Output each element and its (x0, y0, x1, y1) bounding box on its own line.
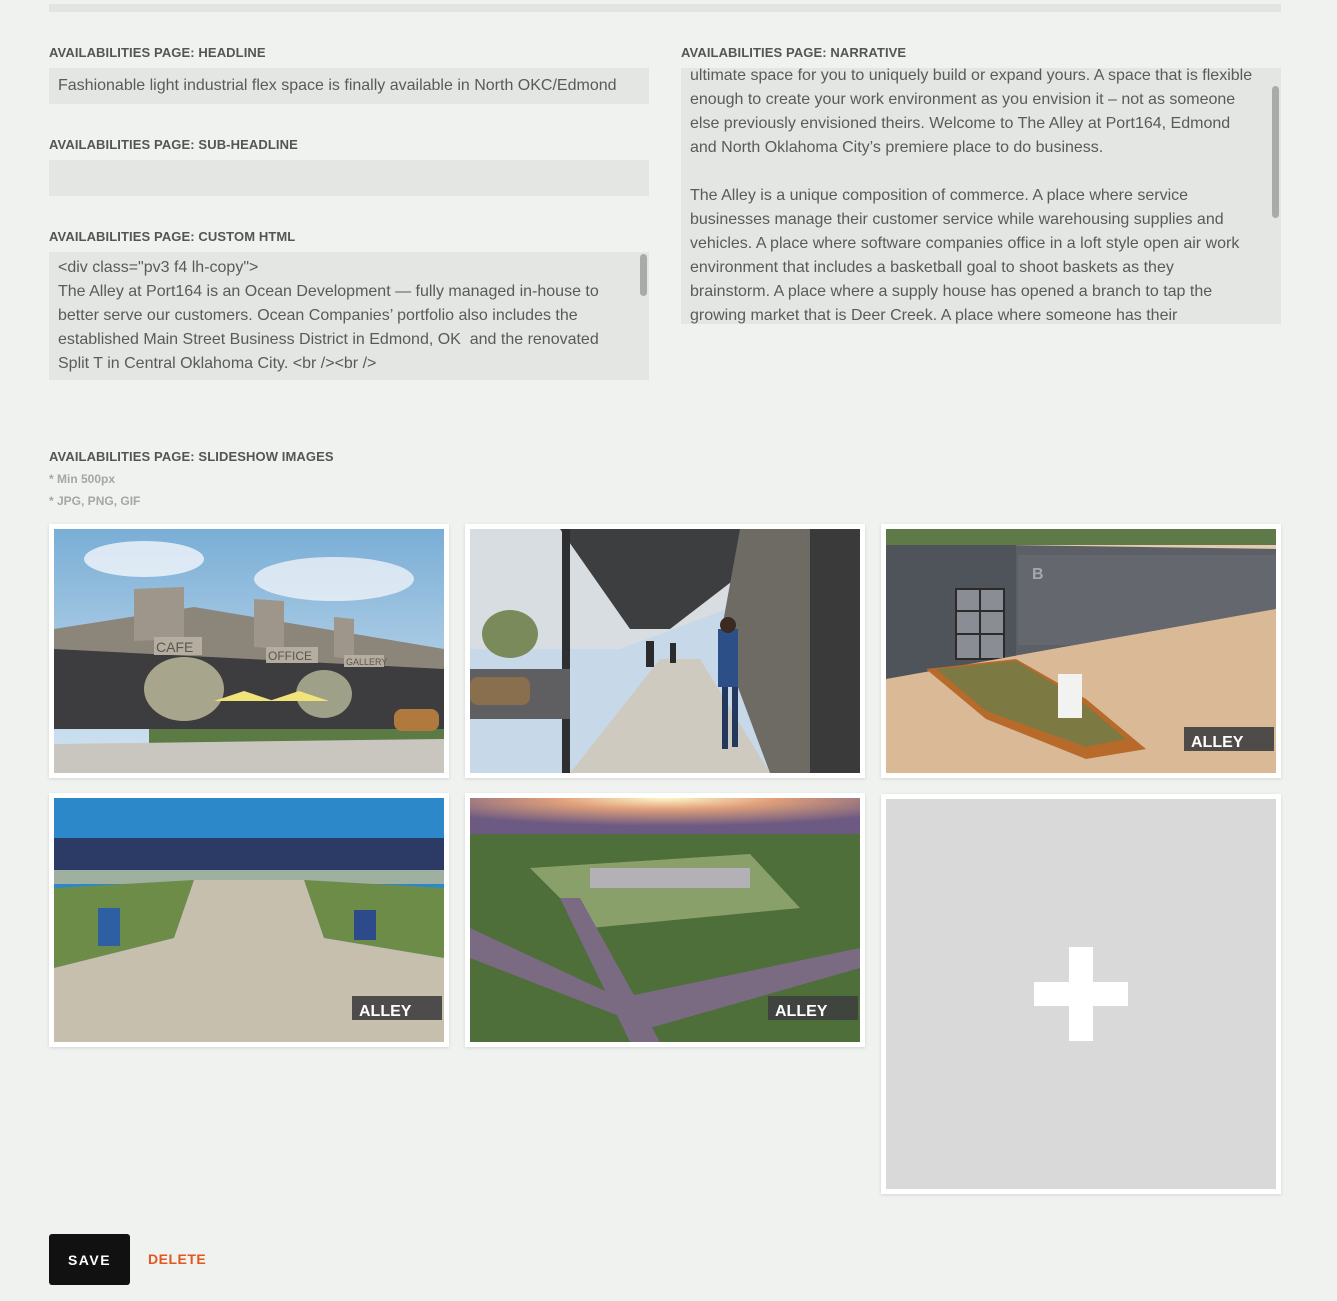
walkway-image (470, 529, 860, 773)
entrance-road-image: ALLEY (54, 798, 444, 1042)
svg-text:ALLEY: ALLEY (359, 1003, 412, 1020)
svg-text:ALLEY: ALLEY (775, 1003, 828, 1020)
slideshow-image-4[interactable]: ALLEY (49, 793, 449, 1047)
cafe-storefront-image: CAFE OFFICE GALLERY (54, 529, 444, 773)
add-image-button[interactable] (881, 794, 1281, 1194)
custom-html-text: <div class="pv3 f4 lh-copy"> The Alley a… (58, 259, 599, 372)
narrative-text: ultimate space for you to uniquely build… (690, 68, 1253, 324)
headline-input[interactable]: Fashionable light industrial flex space … (49, 68, 649, 104)
sub-headline-input[interactable] (49, 160, 649, 196)
hint-min-size: * Min 500px (49, 472, 116, 486)
headline-label: AVAILABILITIES PAGE: HEADLINE (49, 45, 266, 60)
building-b-image: B ALLEY (886, 529, 1276, 773)
narrative-scrollbar[interactable] (1272, 86, 1279, 218)
svg-text:OFFICE: OFFICE (268, 649, 312, 663)
sub-headline-label: AVAILABILITIES PAGE: SUB-HEADLINE (49, 137, 298, 152)
slideshow-label: AVAILABILITIES PAGE: SLIDESHOW IMAGES (49, 449, 334, 464)
svg-text:ALLEY: ALLEY (1191, 734, 1244, 751)
custom-html-scrollbar[interactable] (640, 254, 647, 296)
slideshow-image-5[interactable]: ALLEY (465, 793, 865, 1047)
top-divider (49, 4, 1281, 12)
slideshow-image-2[interactable] (465, 524, 865, 778)
plus-icon-vertical (1069, 947, 1093, 1041)
delete-link[interactable]: DELETE (148, 1251, 206, 1267)
aerial-sunset-image: ALLEY (470, 798, 860, 1042)
narrative-textarea[interactable]: ultimate space for you to uniquely build… (681, 68, 1281, 324)
svg-text:CAFE: CAFE (156, 639, 193, 655)
custom-html-label: AVAILABILITIES PAGE: CUSTOM HTML (49, 229, 296, 244)
custom-html-textarea[interactable]: <div class="pv3 f4 lh-copy"> The Alley a… (49, 252, 649, 380)
save-button[interactable]: SAVE (49, 1234, 130, 1285)
slideshow-image-3[interactable]: B ALLEY (881, 524, 1281, 778)
add-image-placeholder (886, 799, 1276, 1189)
slideshow-image-1[interactable]: CAFE OFFICE GALLERY (49, 524, 449, 778)
hint-file-types: * JPG, PNG, GIF (49, 494, 141, 508)
svg-text:GALLERY: GALLERY (346, 657, 387, 667)
narrative-label: AVAILABILITIES PAGE: NARRATIVE (681, 45, 907, 60)
